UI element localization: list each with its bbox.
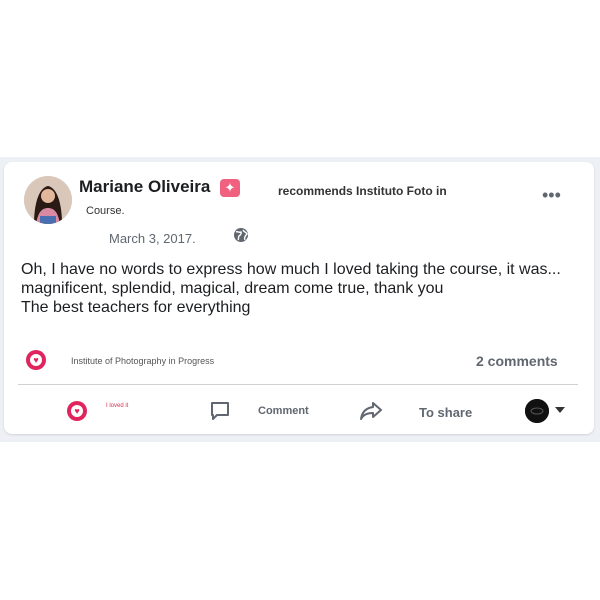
course-text: Course. bbox=[86, 205, 125, 217]
post-body-line: Oh, I have no words to express how much … bbox=[21, 261, 561, 278]
reaction-names[interactable]: Institute of Photography in Progress bbox=[71, 356, 214, 366]
share-button-label[interactable]: To share bbox=[419, 405, 472, 420]
post-body: Oh, I have no words to express how much … bbox=[21, 260, 561, 317]
post-body-line: The best teachers for everything bbox=[21, 299, 251, 316]
globe-icon bbox=[234, 228, 248, 242]
share-arrow-icon[interactable] bbox=[359, 400, 383, 422]
post-body-line: magnificent, splendid, magical, dream co… bbox=[21, 280, 444, 297]
audience-avatar[interactable] bbox=[525, 399, 549, 423]
post-card: Mariane Oliveira ✦ recommends Instituto … bbox=[4, 162, 594, 434]
comments-count-link[interactable]: 2 comments bbox=[476, 353, 558, 369]
post-date[interactable]: March 3, 2017. bbox=[109, 231, 196, 246]
love-button-label[interactable]: I loved it bbox=[106, 403, 128, 409]
love-reaction-icon[interactable]: ♥ bbox=[67, 401, 87, 421]
author-name[interactable]: Mariane Oliveira bbox=[79, 177, 210, 197]
recommends-text: recommends Instituto Foto in bbox=[278, 184, 447, 198]
comment-bubble-icon[interactable] bbox=[209, 400, 231, 422]
chevron-down-icon[interactable] bbox=[555, 407, 565, 413]
star-badge-icon: ✦ bbox=[220, 179, 240, 197]
author-avatar[interactable] bbox=[24, 176, 72, 224]
more-options-icon[interactable]: ••• bbox=[542, 186, 561, 204]
heart-icon[interactable]: ♥ bbox=[26, 350, 46, 370]
divider bbox=[18, 384, 578, 385]
comment-button-label[interactable]: Comment bbox=[258, 405, 309, 417]
